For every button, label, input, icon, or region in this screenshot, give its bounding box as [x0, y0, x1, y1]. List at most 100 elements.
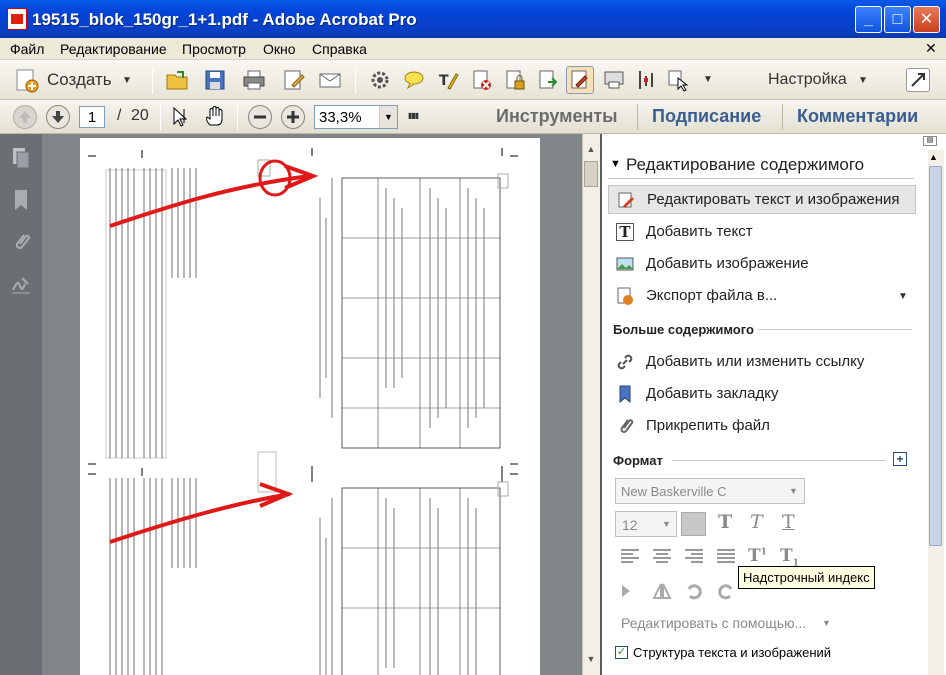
align-left-icon[interactable] — [620, 548, 640, 567]
signatures-panel-icon[interactable] — [10, 272, 32, 296]
email-icon[interactable] — [318, 68, 342, 92]
align-right-icon[interactable] — [684, 548, 704, 567]
italic-icon[interactable]: T — [750, 511, 763, 533]
scroll-thumb[interactable] — [584, 161, 598, 187]
panel-options-icon[interactable]: ▤ — [923, 136, 937, 146]
attachments-panel-icon[interactable] — [10, 230, 32, 254]
bookmarks-panel-icon[interactable] — [10, 188, 32, 212]
pages-panel-icon[interactable] — [10, 146, 32, 170]
open-folder-icon[interactable] — [165, 68, 189, 92]
rotate-left-icon[interactable] — [684, 581, 704, 604]
select-cursor-icon[interactable] — [170, 105, 194, 129]
font-family-select[interactable]: New Baskerville C ▼ — [615, 478, 805, 504]
add-link-item[interactable]: Добавить или изменить ссылку — [608, 348, 908, 376]
settings-gear-icon[interactable] — [368, 68, 392, 92]
export-file-item[interactable]: Экспорт файла в... — [608, 282, 908, 310]
next-page-icon[interactable] — [46, 105, 70, 129]
page-number-input[interactable] — [79, 106, 105, 128]
highlight-text-icon[interactable]: T — [436, 68, 460, 92]
add-bookmark-item[interactable]: Добавить закладку — [608, 380, 908, 408]
zoom-out-icon[interactable] — [248, 105, 272, 129]
document-scrollbar[interactable]: ▲ ▼ — [582, 134, 600, 675]
menu-view[interactable]: Просмотр — [182, 41, 246, 57]
menu-edit[interactable]: Редактирование — [60, 41, 167, 57]
close-button[interactable]: ✕ — [913, 6, 940, 33]
menu-window[interactable]: Окно — [263, 41, 296, 57]
export-page-icon[interactable] — [536, 68, 560, 92]
split-icon[interactable] — [634, 68, 658, 92]
justify-icon[interactable] — [716, 548, 736, 567]
tab-comments[interactable]: Комментарии — [797, 106, 918, 127]
create-dropdown-icon[interactable]: ▼ — [122, 75, 132, 86]
document-view[interactable] — [42, 134, 582, 675]
select-tool-icon[interactable] — [666, 68, 690, 92]
customize-dropdown-icon[interactable]: ▼ — [858, 75, 868, 86]
toolbar-divider — [160, 103, 161, 131]
delete-page-icon[interactable] — [470, 68, 494, 92]
mirror-icon[interactable] — [652, 581, 672, 604]
edit-text-images-icon — [617, 191, 635, 209]
expand-icon[interactable] — [906, 68, 930, 92]
link-chain-icon — [616, 353, 634, 371]
create-icon[interactable] — [14, 68, 40, 94]
section-header-edit-content[interactable]: Редактирование содержимого — [626, 155, 864, 175]
add-text-item[interactable]: T Добавить текст — [608, 218, 908, 246]
more-tools-dropdown-icon[interactable]: ▼ — [703, 74, 713, 85]
structure-checkbox[interactable]: ✓ — [615, 646, 628, 659]
scroll-down-icon[interactable]: ▼ — [584, 654, 598, 664]
create-button[interactable]: Создать — [47, 70, 112, 90]
edit-with-button[interactable]: Редактировать с помощью... — [621, 615, 806, 631]
font-size-dropdown-icon[interactable]: ▼ — [662, 519, 671, 529]
underline-icon[interactable]: T — [782, 511, 795, 533]
divider — [758, 329, 912, 330]
hand-tool-icon[interactable] — [203, 105, 227, 129]
minimize-button[interactable]: _ — [855, 6, 882, 33]
zoom-value: 33,3% — [319, 109, 362, 126]
pdf-file-icon — [7, 8, 27, 30]
panel-scroll-up-icon[interactable]: ▲ — [929, 152, 938, 162]
tab-tools[interactable]: Инструменты — [496, 106, 618, 127]
collapse-section-icon[interactable]: ▼ — [610, 158, 621, 170]
font-size-select[interactable]: 12 ▼ — [615, 511, 677, 537]
align-center-icon[interactable] — [652, 548, 672, 567]
toolbar-divider — [152, 66, 153, 94]
combine-files-icon[interactable] — [602, 68, 626, 92]
tab-sign[interactable]: Подписание — [652, 106, 761, 127]
bold-icon[interactable]: T — [718, 511, 732, 533]
flip-horizontal-icon[interactable] — [620, 581, 640, 604]
font-dropdown-icon[interactable]: ▼ — [789, 486, 798, 496]
zoom-select[interactable]: 33,3% ▼ — [314, 105, 398, 129]
main-toolbar: Создать ▼ T ▼ Настройка ▼ — [0, 60, 946, 100]
edit-text-images-item[interactable]: Редактировать текст и изображения — [608, 185, 916, 214]
print-icon[interactable] — [242, 68, 266, 92]
zoom-dropdown-icon[interactable]: ▼ — [379, 106, 397, 128]
attach-file-item[interactable]: Прикрепить файл — [608, 412, 908, 440]
menu-help[interactable]: Справка — [312, 41, 367, 57]
customize-button[interactable]: Настройка — [768, 71, 847, 89]
document-close-icon[interactable]: ✕ — [925, 40, 937, 57]
add-format-icon[interactable]: + — [893, 452, 907, 466]
comment-bubble-icon[interactable] — [402, 68, 426, 92]
menu-file[interactable]: Файл — [10, 41, 44, 57]
save-icon[interactable] — [203, 68, 227, 92]
protect-lock-icon[interactable] — [503, 68, 527, 92]
superscript-icon[interactable]: T1 — [748, 546, 767, 566]
edit-with-dropdown-icon[interactable]: ▼ — [822, 618, 831, 628]
scroll-up-icon[interactable]: ▲ — [584, 144, 598, 154]
previous-page-icon[interactable] — [13, 105, 37, 129]
edit-document-icon[interactable] — [282, 68, 306, 92]
panel-scroll-thumb[interactable] — [929, 166, 942, 546]
maximize-button[interactable]: □ — [884, 6, 911, 33]
page-content-drawing — [88, 148, 518, 675]
add-image-item[interactable]: Добавить изображение — [608, 250, 908, 278]
export-dropdown-icon[interactable]: ▼ — [898, 291, 908, 302]
zoom-in-icon[interactable] — [281, 105, 305, 129]
more-nav-icon[interactable]: ▮▮▮ — [408, 111, 419, 120]
rotate-right-icon[interactable] — [716, 581, 736, 604]
edit-content-active-icon[interactable] — [566, 66, 594, 94]
tab-divider — [637, 104, 638, 130]
panel-scrollbar[interactable]: ▲ — [928, 150, 944, 675]
title-bar: 19515_blok_150gr_1+1.pdf - Adobe Acrobat… — [0, 0, 946, 38]
font-color-swatch[interactable] — [681, 512, 706, 536]
page-separator: / — [117, 107, 122, 124]
